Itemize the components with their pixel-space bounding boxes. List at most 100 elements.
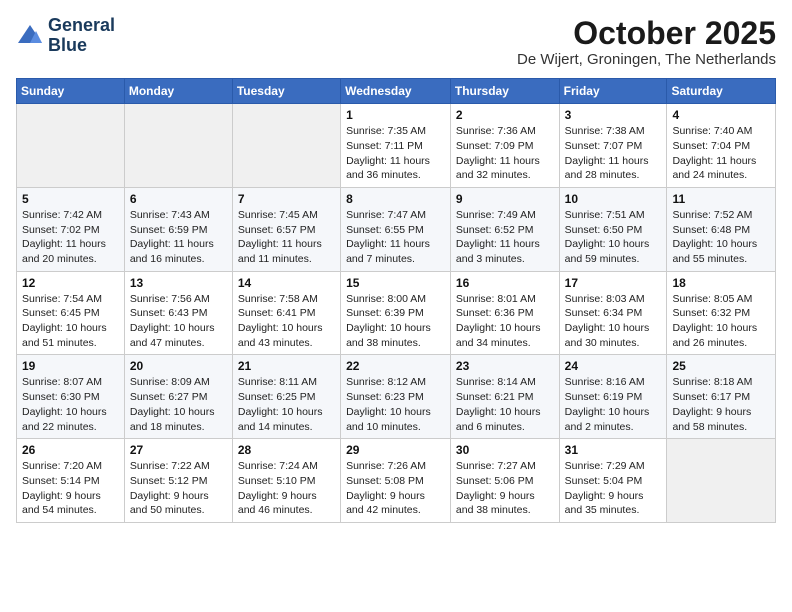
- day-info: Sunrise: 8:01 AM Sunset: 6:36 PM Dayligh…: [456, 292, 554, 351]
- day-number: 19: [22, 359, 119, 373]
- day-number: 27: [130, 443, 227, 457]
- calendar-day-cell: 13 Sunrise: 7:56 AM Sunset: 6:43 PM Dayli…: [124, 271, 232, 355]
- calendar-table: SundayMondayTuesdayWednesdayThursdayFrid…: [16, 78, 776, 523]
- logo-icon: [16, 23, 44, 51]
- calendar-day-cell: 29 Sunrise: 7:26 AM Sunset: 5:08 PM Dayli…: [341, 439, 451, 523]
- weekday-header: Thursday: [450, 79, 559, 104]
- calendar-day-cell: [667, 439, 776, 523]
- day-number: 28: [238, 443, 335, 457]
- day-info: Sunrise: 7:47 AM Sunset: 6:55 PM Dayligh…: [346, 208, 445, 267]
- day-info: Sunrise: 7:38 AM Sunset: 7:07 PM Dayligh…: [565, 124, 662, 183]
- calendar-day-cell: 16 Sunrise: 8:01 AM Sunset: 6:36 PM Dayli…: [450, 271, 559, 355]
- day-number: 7: [238, 192, 335, 206]
- calendar-week-row: 26Sunrise: 7:20 AM Sunset: 5:14 PM Dayli…: [17, 439, 776, 523]
- weekday-header: Sunday: [17, 79, 125, 104]
- day-info: Sunrise: 8:03 AM Sunset: 6:34 PM Dayligh…: [565, 292, 662, 351]
- day-info: Sunrise: 7:27 AM Sunset: 5:06 PM Dayligh…: [456, 459, 554, 518]
- day-number: 16: [456, 276, 554, 290]
- day-info: Sunrise: 7:35 AM Sunset: 7:11 PM Dayligh…: [346, 124, 445, 183]
- day-number: 20: [130, 359, 227, 373]
- day-number: 18: [672, 276, 770, 290]
- day-number: 23: [456, 359, 554, 373]
- day-info: Sunrise: 7:22 AM Sunset: 5:12 PM Dayligh…: [130, 459, 227, 518]
- day-info: Sunrise: 8:16 AM Sunset: 6:19 PM Dayligh…: [565, 375, 662, 434]
- logo-text: General Blue: [48, 16, 115, 56]
- day-number: 5: [22, 192, 119, 206]
- calendar-day-cell: 18Sunrise: 8:05 AM Sunset: 6:32 PM Dayli…: [667, 271, 776, 355]
- day-info: Sunrise: 7:29 AM Sunset: 5:04 PM Dayligh…: [565, 459, 662, 518]
- calendar-day-cell: 24 Sunrise: 8:16 AM Sunset: 6:19 PM Dayli…: [559, 355, 667, 439]
- calendar-week-row: 5 Sunrise: 7:42 AM Sunset: 7:02 PM Daylig…: [17, 187, 776, 271]
- logo-line2: Blue: [48, 36, 115, 56]
- day-info: Sunrise: 7:51 AM Sunset: 6:50 PM Dayligh…: [565, 208, 662, 267]
- day-number: 21: [238, 359, 335, 373]
- calendar-day-cell: 5 Sunrise: 7:42 AM Sunset: 7:02 PM Daylig…: [17, 187, 125, 271]
- calendar-day-cell: 2Sunrise: 7:36 AM Sunset: 7:09 PM Daylig…: [450, 104, 559, 188]
- day-number: 31: [565, 443, 662, 457]
- day-info: Sunrise: 7:58 AM Sunset: 6:41 PM Dayligh…: [238, 292, 335, 351]
- day-number: 24: [565, 359, 662, 373]
- day-info: Sunrise: 7:24 AM Sunset: 5:10 PM Dayligh…: [238, 459, 335, 518]
- calendar-day-cell: 3 Sunrise: 7:38 AM Sunset: 7:07 PM Daylig…: [559, 104, 667, 188]
- calendar-day-cell: 1 Sunrise: 7:35 AM Sunset: 7:11 PM Daylig…: [341, 104, 451, 188]
- page-title: October 2025: [517, 16, 776, 51]
- weekday-header: Saturday: [667, 79, 776, 104]
- calendar-day-cell: 27 Sunrise: 7:22 AM Sunset: 5:12 PM Dayli…: [124, 439, 232, 523]
- day-info: Sunrise: 7:56 AM Sunset: 6:43 PM Dayligh…: [130, 292, 227, 351]
- day-info: Sunrise: 7:43 AM Sunset: 6:59 PM Dayligh…: [130, 208, 227, 267]
- day-number: 25: [672, 359, 770, 373]
- day-info: Sunrise: 7:42 AM Sunset: 7:02 PM Dayligh…: [22, 208, 119, 267]
- day-info: Sunrise: 7:45 AM Sunset: 6:57 PM Dayligh…: [238, 208, 335, 267]
- calendar-week-row: 1 Sunrise: 7:35 AM Sunset: 7:11 PM Daylig…: [17, 104, 776, 188]
- page-container: General Blue October 2025 De Wijert, Gro…: [0, 0, 792, 531]
- calendar-day-cell: 26Sunrise: 7:20 AM Sunset: 5:14 PM Dayli…: [17, 439, 125, 523]
- day-number: 8: [346, 192, 445, 206]
- day-info: Sunrise: 8:00 AM Sunset: 6:39 PM Dayligh…: [346, 292, 445, 351]
- calendar-day-cell: 10Sunrise: 7:51 AM Sunset: 6:50 PM Dayli…: [559, 187, 667, 271]
- calendar-day-cell: 7 Sunrise: 7:45 AM Sunset: 6:57 PM Daylig…: [232, 187, 340, 271]
- day-number: 3: [565, 108, 662, 122]
- calendar-day-cell: [17, 104, 125, 188]
- calendar-day-cell: 9Sunrise: 7:49 AM Sunset: 6:52 PM Daylig…: [450, 187, 559, 271]
- calendar-day-cell: 30 Sunrise: 7:27 AM Sunset: 5:06 PM Dayli…: [450, 439, 559, 523]
- day-info: Sunrise: 8:14 AM Sunset: 6:21 PM Dayligh…: [456, 375, 554, 434]
- day-number: 17: [565, 276, 662, 290]
- day-number: 11: [672, 192, 770, 206]
- calendar-day-cell: 14Sunrise: 7:58 AM Sunset: 6:41 PM Dayli…: [232, 271, 340, 355]
- calendar-day-cell: 17 Sunrise: 8:03 AM Sunset: 6:34 PM Dayli…: [559, 271, 667, 355]
- day-number: 30: [456, 443, 554, 457]
- day-number: 6: [130, 192, 227, 206]
- calendar-day-cell: 19 Sunrise: 8:07 AM Sunset: 6:30 PM Dayli…: [17, 355, 125, 439]
- day-number: 26: [22, 443, 119, 457]
- calendar-day-cell: [232, 104, 340, 188]
- title-block: October 2025 De Wijert, Groningen, The N…: [517, 16, 776, 68]
- day-number: 22: [346, 359, 445, 373]
- calendar-day-cell: 6 Sunrise: 7:43 AM Sunset: 6:59 PM Daylig…: [124, 187, 232, 271]
- day-info: Sunrise: 7:52 AM Sunset: 6:48 PM Dayligh…: [672, 208, 770, 267]
- calendar-week-row: 19 Sunrise: 8:07 AM Sunset: 6:30 PM Dayli…: [17, 355, 776, 439]
- calendar-day-cell: 8 Sunrise: 7:47 AM Sunset: 6:55 PM Daylig…: [341, 187, 451, 271]
- calendar-day-cell: [124, 104, 232, 188]
- day-number: 13: [130, 276, 227, 290]
- calendar-day-cell: 21Sunrise: 8:11 AM Sunset: 6:25 PM Dayli…: [232, 355, 340, 439]
- day-info: Sunrise: 7:26 AM Sunset: 5:08 PM Dayligh…: [346, 459, 445, 518]
- calendar-day-cell: 25Sunrise: 8:18 AM Sunset: 6:17 PM Dayli…: [667, 355, 776, 439]
- day-info: Sunrise: 8:07 AM Sunset: 6:30 PM Dayligh…: [22, 375, 119, 434]
- day-info: Sunrise: 7:36 AM Sunset: 7:09 PM Dayligh…: [456, 124, 554, 183]
- logo: General Blue: [16, 16, 115, 56]
- day-info: Sunrise: 8:09 AM Sunset: 6:27 PM Dayligh…: [130, 375, 227, 434]
- calendar-day-cell: 23 Sunrise: 8:14 AM Sunset: 6:21 PM Dayli…: [450, 355, 559, 439]
- day-number: 29: [346, 443, 445, 457]
- calendar-day-cell: 28 Sunrise: 7:24 AM Sunset: 5:10 PM Dayli…: [232, 439, 340, 523]
- header: General Blue October 2025 De Wijert, Gro…: [16, 16, 776, 68]
- day-number: 15: [346, 276, 445, 290]
- weekday-header: Monday: [124, 79, 232, 104]
- weekday-header: Tuesday: [232, 79, 340, 104]
- calendar-day-cell: 20 Sunrise: 8:09 AM Sunset: 6:27 PM Dayli…: [124, 355, 232, 439]
- calendar-day-cell: 4Sunrise: 7:40 AM Sunset: 7:04 PM Daylig…: [667, 104, 776, 188]
- calendar-week-row: 12Sunrise: 7:54 AM Sunset: 6:45 PM Dayli…: [17, 271, 776, 355]
- day-number: 12: [22, 276, 119, 290]
- calendar-day-cell: 11 Sunrise: 7:52 AM Sunset: 6:48 PM Dayli…: [667, 187, 776, 271]
- page-subtitle: De Wijert, Groningen, The Netherlands: [517, 51, 776, 68]
- day-number: 1: [346, 108, 445, 122]
